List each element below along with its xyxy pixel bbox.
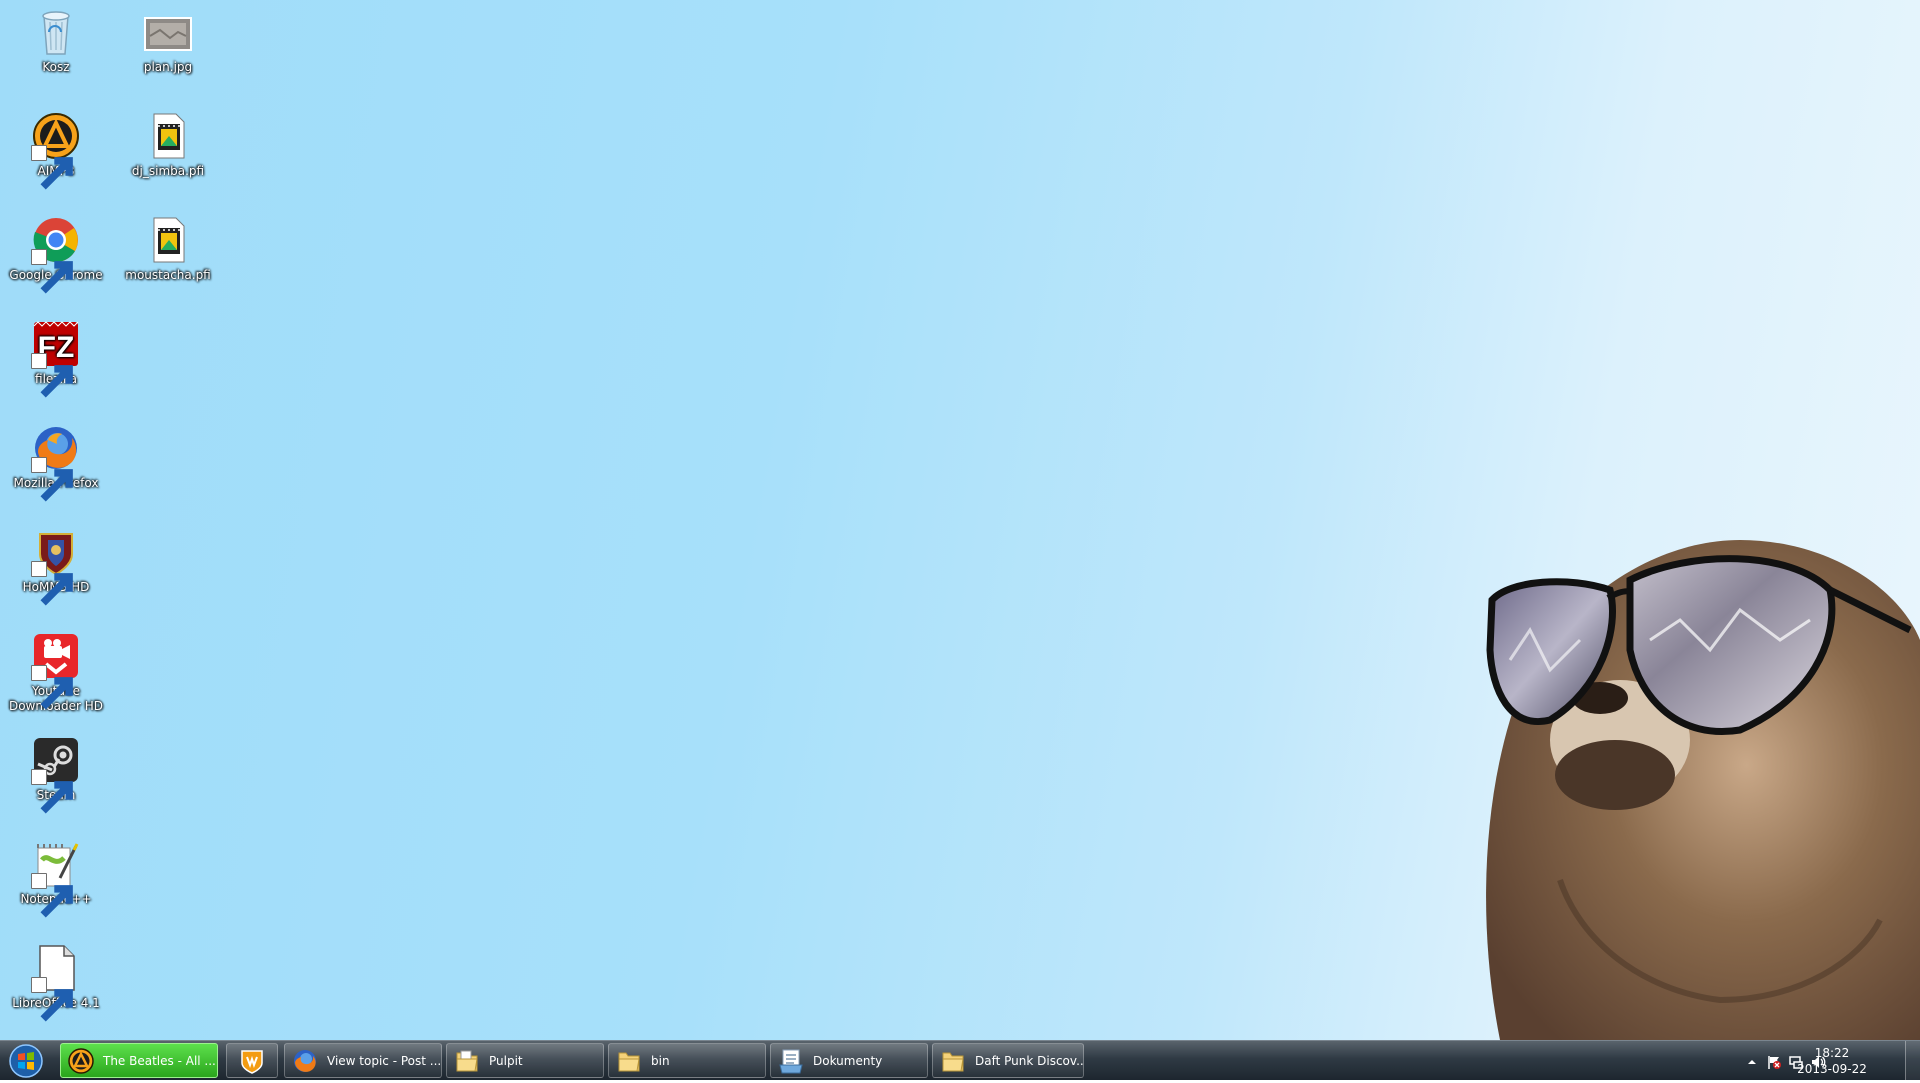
desktop-icon-label: dj_simba.pfi bbox=[131, 164, 205, 178]
steam-icon bbox=[30, 734, 82, 814]
shortcut-arrow-icon bbox=[31, 561, 73, 606]
taskbar-item-dokumenty[interactable]: Dokumenty bbox=[770, 1043, 928, 1078]
recycle-bin-icon bbox=[30, 6, 82, 58]
wallpaper-sloth-image bbox=[1440, 520, 1920, 1040]
youtube-downloader-icon bbox=[30, 630, 82, 710]
shortcut-arrow-icon bbox=[31, 769, 73, 814]
taskbar-item-label: Dokumenty bbox=[813, 1053, 883, 1068]
taskbar: The Beatles - All ... View topic - Post … bbox=[0, 1040, 1920, 1080]
show-hidden-icons-button[interactable] bbox=[1744, 1054, 1760, 1070]
taskbar-item-label: Pulpit bbox=[489, 1053, 523, 1068]
clock-date[interactable]: 2013-09-22 bbox=[1792, 1062, 1872, 1076]
taskbar-item-label: View topic - Post ... bbox=[327, 1053, 442, 1068]
desktop-icon-plan-jpg[interactable]: plan.jpg bbox=[116, 6, 220, 75]
folder-icon bbox=[453, 1047, 481, 1075]
taskbar-item-pinned-app[interactable] bbox=[226, 1043, 278, 1078]
chrome-icon bbox=[30, 214, 82, 294]
start-button[interactable] bbox=[6, 1043, 46, 1079]
taskbar-item-bin[interactable]: bin bbox=[608, 1043, 766, 1078]
shortcut-arrow-icon bbox=[31, 249, 73, 294]
windows-start-orb-icon bbox=[9, 1044, 43, 1078]
desktop-icon-filezilla[interactable]: FZ filezilla bbox=[4, 318, 108, 398]
taskbar-item-label: bin bbox=[651, 1053, 670, 1068]
taskbar-item-pulpit[interactable]: Pulpit bbox=[446, 1043, 604, 1078]
show-desktop-button[interactable] bbox=[1905, 1041, 1920, 1080]
desktop[interactable]: Kosz AIMP3 Google Chrome FZ filezilla Mo… bbox=[0, 0, 1920, 1040]
pfi-file-icon bbox=[142, 110, 194, 162]
image-file-icon bbox=[142, 6, 194, 58]
filezilla-icon: FZ bbox=[30, 318, 82, 398]
shortcut-arrow-icon bbox=[31, 457, 73, 502]
shortcut-arrow-icon bbox=[31, 665, 73, 710]
homm3-icon bbox=[30, 526, 82, 606]
taskbar-item-aimp[interactable]: The Beatles - All ... bbox=[60, 1043, 218, 1078]
shortcut-arrow-icon bbox=[31, 145, 73, 190]
system-tray: 18:22 2013-09-22 bbox=[1720, 1041, 1920, 1081]
desktop-icon-moustacha-pfi[interactable]: moustacha.pfi bbox=[116, 214, 220, 283]
desktop-icon-mozilla-firefox[interactable]: Mozilla Firefox bbox=[4, 422, 108, 502]
taskbar-item-label: The Beatles - All ... bbox=[103, 1053, 216, 1068]
documents-icon bbox=[777, 1047, 805, 1075]
taskbar-item-label: Daft Punk Discov... bbox=[975, 1053, 1084, 1068]
firefox-icon bbox=[291, 1047, 319, 1075]
firefox-icon bbox=[30, 422, 82, 502]
desktop-icon-recycle-bin[interactable]: Kosz bbox=[4, 6, 108, 75]
notepadpp-icon bbox=[30, 838, 82, 918]
libreoffice-icon bbox=[30, 942, 82, 1022]
folder-icon bbox=[939, 1047, 967, 1075]
desktop-icon-youtube-downloader-hd[interactable]: Youtube Downloader HD bbox=[4, 630, 108, 714]
taskbar-item-daft-punk[interactable]: Daft Punk Discov... bbox=[932, 1043, 1084, 1078]
shortcut-arrow-icon bbox=[31, 873, 73, 918]
desktop-icon-libreoffice[interactable]: LibreOffice 4.1 bbox=[4, 942, 108, 1022]
aimp-icon bbox=[67, 1047, 95, 1075]
action-center-flag-icon[interactable] bbox=[1766, 1054, 1782, 1070]
clock-time[interactable]: 18:22 bbox=[1792, 1046, 1872, 1060]
desktop-icon-label: Kosz bbox=[42, 60, 70, 74]
folder-icon bbox=[615, 1047, 643, 1075]
desktop-icon-aimp3[interactable]: AIMP3 bbox=[4, 110, 108, 190]
desktop-icon-label: plan.jpg bbox=[143, 60, 193, 74]
desktop-icon-google-chrome[interactable]: Google Chrome bbox=[4, 214, 108, 294]
desktop-icon-homm3-hd[interactable]: HoMM3 HD bbox=[4, 526, 108, 606]
shortcut-arrow-icon bbox=[31, 353, 73, 398]
desktop-icon-steam[interactable]: Steam bbox=[4, 734, 108, 814]
aimp-icon bbox=[30, 110, 82, 190]
desktop-icon-notepadpp[interactable]: Notepad++ bbox=[4, 838, 108, 918]
pfi-file-icon bbox=[142, 214, 194, 266]
desktop-icon-label: moustacha.pfi bbox=[125, 268, 211, 282]
shortcut-arrow-icon bbox=[31, 977, 73, 1022]
pinned-app-icon bbox=[238, 1047, 266, 1075]
taskbar-item-firefox[interactable]: View topic - Post ... bbox=[284, 1043, 442, 1078]
desktop-icon-dj-simba-pfi[interactable]: dj_simba.pfi bbox=[116, 110, 220, 179]
